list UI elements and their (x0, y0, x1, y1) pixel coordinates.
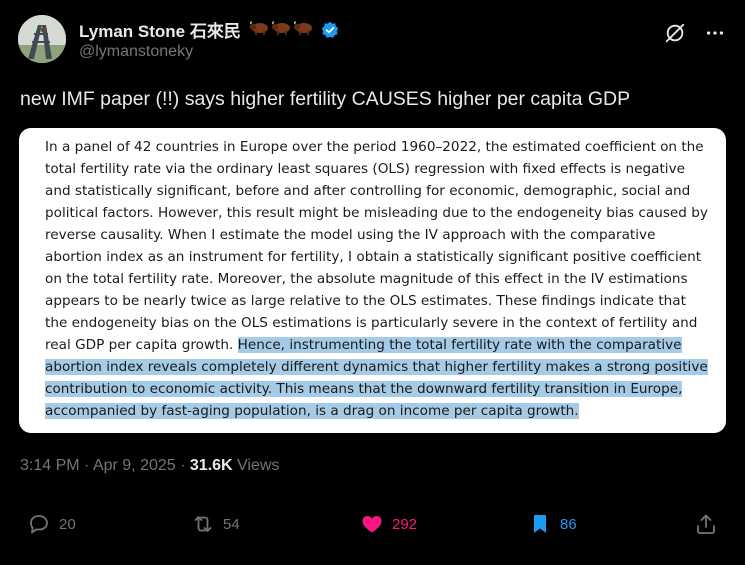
like-button[interactable]: 292 (360, 512, 417, 536)
author-handle[interactable]: @lymanstoneky (79, 43, 193, 61)
bison-emoji-icon (293, 19, 313, 40)
reply-icon (30, 515, 48, 534)
heart-icon (362, 516, 382, 533)
bison-emoji-icon (271, 19, 291, 40)
verified-badge-icon[interactable] (321, 21, 339, 39)
reply-count: 20 (59, 515, 76, 533)
tweet-date[interactable]: Apr 9, 2025 (93, 457, 176, 474)
meta-separator: · (79, 457, 93, 474)
image-excerpt-text: In a panel of 42 countries in Europe ove… (45, 136, 709, 422)
reply-button[interactable]: 20 (27, 512, 76, 536)
bison-emoji-icon (249, 19, 269, 40)
tweet-meta: 3:14 PM · Apr 9, 2025 · 31.6K Views (20, 457, 279, 475)
views-label: Views (232, 457, 280, 474)
repost-button[interactable]: 54 (191, 512, 240, 536)
author-display-name[interactable]: Lyman Stone 石來民 (79, 17, 241, 42)
repost-icon (194, 516, 212, 532)
share-icon (697, 514, 715, 534)
bookmark-count: 86 (560, 515, 577, 533)
views-count: 31.6K (189, 457, 233, 474)
like-count: 292 (392, 515, 418, 533)
bookmark-button[interactable]: 86 (528, 512, 577, 536)
more-options-icon[interactable] (704, 22, 726, 44)
tweet-text: new IMF paper (!!) says higher fertility… (20, 88, 631, 110)
tweet-time[interactable]: 3:14 PM (20, 457, 80, 474)
share-button[interactable] (694, 512, 718, 536)
repost-count: 54 (223, 515, 240, 533)
meta-separator: · (175, 457, 190, 474)
action-bar: 20 54 292 86 (0, 512, 745, 546)
tweet-image[interactable]: In a panel of 42 countries in Europe ove… (19, 128, 726, 433)
excerpt-plain-text: In a panel of 42 countries in Europe ove… (45, 139, 708, 353)
bookmark-icon (534, 515, 546, 533)
grok-icon[interactable] (664, 22, 686, 44)
avatar[interactable] (18, 15, 66, 63)
